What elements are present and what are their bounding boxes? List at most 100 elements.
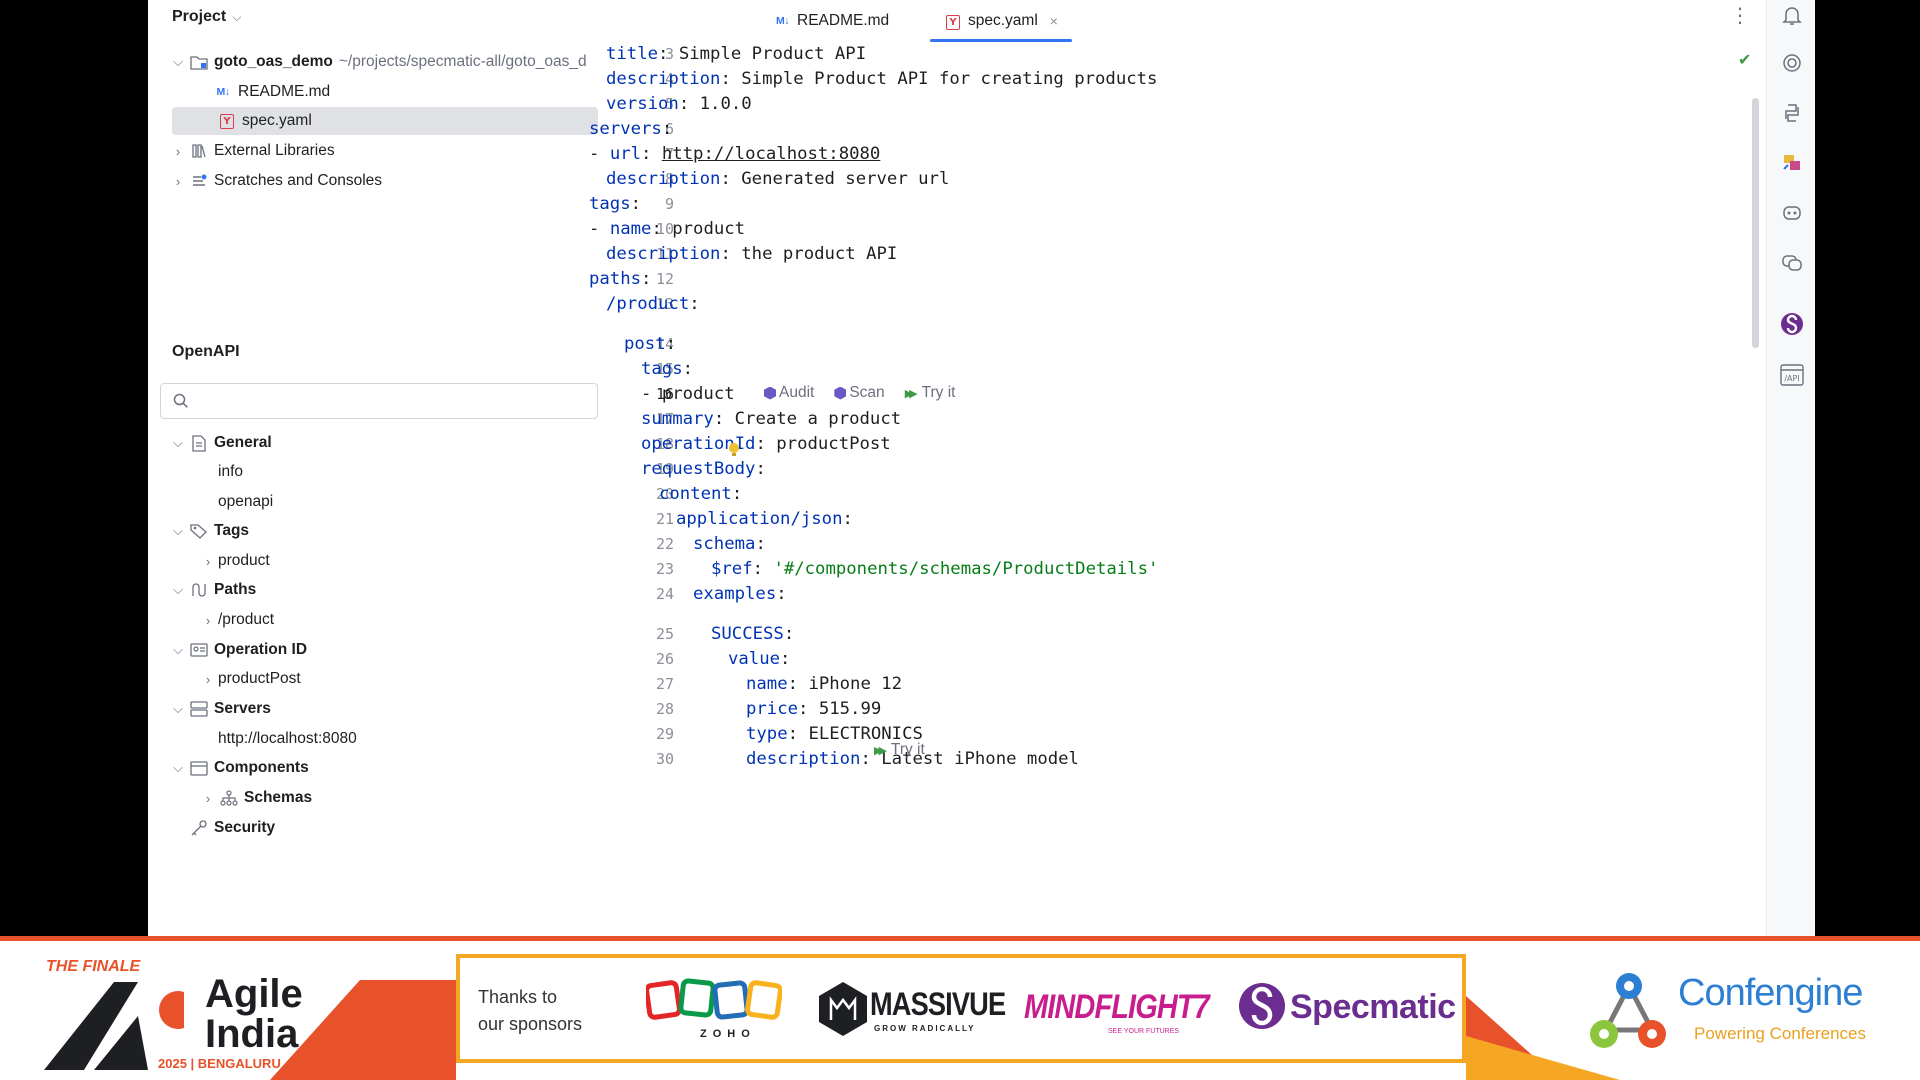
code-line[interactable]: - name: product [589, 217, 745, 241]
openapi-node-path-product[interactable]: › /product [198, 606, 274, 634]
chevron-down-icon[interactable]: ⌵ [168, 701, 188, 717]
code-line[interactable]: tags: [641, 357, 693, 381]
line-number: 27 [655, 675, 674, 693]
chevron-down-icon[interactable]: ⌵ [168, 523, 188, 539]
openapi-node-operation-id[interactable]: ⌵ Operation ID [168, 636, 307, 664]
node-label: Operation ID [214, 641, 308, 658]
tab-readme[interactable]: M↓ README.md [776, 0, 889, 42]
code-line[interactable]: tags: [589, 192, 641, 216]
vertical-scrollbar[interactable] [1752, 98, 1759, 348]
yaml-key: SUCCESS [711, 624, 784, 644]
tree-item-project-root[interactable]: ⌵ goto_oas_demo ~/projects/specmatic-all… [168, 48, 587, 76]
yaml-key: description [606, 69, 721, 89]
openapi-node-info[interactable]: info [218, 458, 243, 486]
tree-item-spec-yaml[interactable]: Y spec.yaml [172, 107, 598, 135]
yaml-key: post [624, 334, 666, 354]
code-line[interactable]: description: Simple Product API for crea… [606, 67, 1157, 91]
code-line[interactable]: operationId: productPost [641, 432, 891, 456]
more-options-icon[interactable]: ⋮ [1730, 4, 1750, 28]
code-line[interactable]: $ref: '#/components/schemas/ProductDetai… [711, 557, 1158, 581]
copilot-chat-icon[interactable] [1779, 249, 1805, 275]
chevron-right-icon[interactable]: › [198, 672, 218, 687]
scan-action[interactable]: Scan [834, 384, 885, 402]
chevron-down-icon[interactable]: ⌵ [232, 10, 241, 24]
code-line[interactable]: application/json: [676, 507, 853, 531]
code-line[interactable]: requestBody: [641, 457, 766, 481]
openapi-node-components[interactable]: ⌵ Components [168, 754, 309, 782]
code-line[interactable]: - product [641, 382, 735, 406]
openapi-node-server-url[interactable]: http://localhost:8080 [218, 725, 357, 753]
colon: : [787, 674, 799, 694]
code-line[interactable]: title: Simple Product API [606, 42, 866, 66]
code-line[interactable]: paths: [589, 267, 651, 291]
yaml-icon: Y [946, 12, 960, 30]
audit-action[interactable]: Audit [764, 384, 814, 402]
project-panel-header[interactable]: Project ⌵ [172, 8, 241, 26]
colon: : [783, 624, 795, 644]
chevron-down-icon[interactable]: ⌵ [168, 582, 188, 598]
chevron-right-icon[interactable]: › [168, 174, 188, 189]
chevron-down-icon[interactable]: ⌵ [168, 435, 188, 451]
specmatic-icon[interactable] [1779, 311, 1805, 337]
line-number: 26 [655, 650, 674, 668]
code-line[interactable]: description: the product API [606, 242, 897, 266]
code-line[interactable]: price: 515.99 [746, 697, 881, 721]
database-icon[interactable] [1779, 150, 1805, 176]
colon: : [713, 409, 725, 429]
chevron-down-icon[interactable]: ⌵ [168, 642, 188, 658]
openapi-search-input[interactable] [160, 383, 598, 419]
code-line[interactable]: schema: [693, 532, 766, 556]
yaml-key: description [606, 169, 721, 189]
openapi-node-servers[interactable]: ⌵ Servers [168, 695, 271, 723]
try-it-action[interactable]: ▶▶ Try it [874, 741, 925, 759]
tree-item-external-libraries[interactable]: › External Libraries [168, 137, 335, 165]
tree-item-scratches[interactable]: › Scratches and Consoles [168, 167, 382, 195]
chevron-down-icon[interactable]: ⌵ [168, 54, 188, 70]
ai-assistant-icon[interactable] [1779, 50, 1805, 76]
code-line[interactable]: name: iPhone 12 [746, 672, 902, 696]
openapi-node-tag-product[interactable]: › product [198, 547, 270, 575]
openapi-node-general[interactable]: ⌵ General [168, 429, 272, 457]
notifications-icon[interactable] [1779, 2, 1805, 28]
copilot-icon[interactable] [1779, 199, 1805, 225]
tree-item-readme[interactable]: M↓ README.md [212, 78, 331, 106]
code-line[interactable]: value: [728, 647, 790, 671]
openapi-node-paths[interactable]: ⌵ Paths [168, 576, 256, 604]
line-number: 23 [655, 560, 674, 578]
chevron-right-icon[interactable]: › [168, 144, 188, 159]
code-line[interactable]: - url: http://localhost:8080 [589, 142, 880, 166]
python-console-icon[interactable] [1779, 100, 1805, 126]
code-line[interactable]: description: Generated server url [606, 167, 949, 191]
colon: : [665, 334, 677, 354]
yaml-value[interactable]: http://localhost:8080 [662, 144, 881, 164]
code-line[interactable]: examples: [693, 582, 787, 606]
code-line[interactable]: post: [624, 332, 676, 356]
yaml-key: content [659, 484, 732, 504]
yaml-icon: Y [216, 112, 238, 130]
hierarchy-icon [218, 789, 240, 807]
chevron-right-icon[interactable]: › [198, 613, 218, 628]
lightbulb-icon[interactable] [728, 442, 740, 458]
yaml-value: the product API [741, 244, 898, 264]
openapi-node-openapi[interactable]: openapi [218, 488, 273, 516]
scan-icon [834, 386, 847, 400]
code-line[interactable]: version: 1.0.0 [606, 92, 752, 116]
try-it-action[interactable]: ▶▶ Try it [905, 384, 956, 402]
code-line[interactable]: summary: Create a product [641, 407, 901, 431]
chevron-right-icon[interactable]: › [198, 554, 218, 569]
yaml-value: Simple Product API for creating products [741, 69, 1158, 89]
openapi-node-tags[interactable]: ⌵ Tags [168, 517, 249, 545]
openapi-node-security[interactable]: Security [188, 814, 275, 842]
openapi-node-op-productpost[interactable]: › productPost [198, 665, 301, 693]
code-line[interactable]: SUCCESS: [711, 622, 794, 646]
chevron-down-icon[interactable]: ⌵ [168, 760, 188, 776]
code-line[interactable]: servers: [589, 117, 672, 141]
openapi-node-schemas[interactable]: › Schemas [198, 784, 312, 812]
close-icon[interactable]: × [1050, 13, 1058, 29]
code-line[interactable]: /product: [606, 292, 700, 316]
code-line[interactable]: content: [659, 482, 742, 506]
api-icon[interactable]: /API [1779, 362, 1805, 388]
components-icon [188, 759, 210, 777]
tab-spec-yaml[interactable]: Y spec.yaml × [930, 0, 1072, 42]
chevron-right-icon[interactable]: › [198, 791, 218, 806]
